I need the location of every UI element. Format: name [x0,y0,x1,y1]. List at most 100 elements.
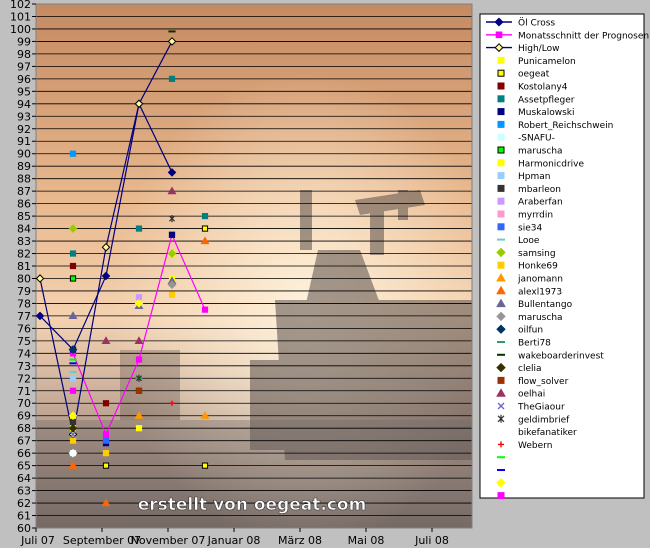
y-tick-label: 90 [17,148,31,161]
legend-marker [497,172,505,180]
legend-marker [497,56,505,64]
forecast-point [201,225,209,232]
legend-marker [497,197,505,205]
x-tick-label: November 07 [131,534,206,547]
legend-label: Bullentango [518,300,573,310]
forecast-point [135,425,143,432]
y-tick-label: 85 [17,210,31,223]
data-point [135,356,143,363]
legend-marker [497,95,505,103]
legend-label: wakeboarderinvest [518,351,604,361]
forecast-point [69,387,77,394]
y-tick-label: 91 [17,135,31,148]
chart-svg: 6061626364656667686970717273747576777879… [0,0,650,548]
y-tick-label: 66 [17,447,31,460]
forecast-point [69,250,77,257]
forecast-point [135,387,143,394]
legend-marker [497,223,505,231]
forecast-point [69,375,77,382]
data-point [201,306,209,313]
legend-label: Öl Cross [518,18,555,29]
legend-label: Berti78 [518,339,551,349]
forecast-point [102,400,110,407]
y-tick-label: 83 [17,235,31,248]
y-tick-label: 73 [17,360,31,373]
legend-label: Looe [518,236,540,246]
y-tick-label: 84 [17,223,31,236]
legend-label: Honke69 [518,262,558,272]
legend-label: Muskalowski [518,108,575,118]
legend-label: Robert_Reichschwein [518,121,613,131]
forecast-point [69,150,77,157]
legend-label: Punicamelon [518,57,576,67]
legend-label: myrrdin [518,211,553,221]
y-tick-label: 64 [17,472,31,485]
legend-label: -SNAFU- [518,134,555,144]
forecast-point [135,225,143,232]
legend-label: maruscha [518,313,563,323]
legend-marker [497,184,505,192]
x-tick-label: März 08 [278,534,322,547]
y-tick-label: 69 [17,410,31,423]
legend-marker [497,210,505,218]
forecast-point [168,231,176,238]
legend-marker [497,120,505,128]
y-tick-label: 98 [17,48,31,61]
y-tick-label: 95 [17,85,31,98]
legend-label: Kostolany4 [518,83,568,93]
legend-label: clelia [518,364,542,374]
y-tick-label: 74 [17,347,31,360]
legend-label: TheGiaour [517,403,565,413]
y-tick-label: 86 [17,198,31,211]
forecast-point [168,75,176,82]
legend-label: oilfun [518,326,543,336]
y-tick-label: 101 [10,10,31,23]
y-tick-label: 68 [17,422,31,435]
legend-label: mbarleon [518,185,561,195]
x-tick-label: Juli 07 [20,534,55,547]
legend-marker [495,31,503,39]
legend-label: samsing [518,249,556,259]
legend-label: flow_solver [518,377,569,387]
y-tick-label: 82 [17,248,31,261]
y-tick-label: 92 [17,123,31,136]
legend-label: Harmonicdrive [518,159,584,169]
x-tick-label: Januar 08 [207,534,261,547]
y-tick-label: 88 [17,173,31,186]
y-tick-label: 102 [10,0,31,11]
legend-label: High/Low [518,44,559,54]
legend-label: oegeat [518,70,550,80]
y-tick-label: 72 [17,372,31,385]
data-point [102,431,110,438]
legend-marker [497,146,505,154]
forecast-point [102,437,110,444]
y-tick-label: 77 [17,310,31,323]
legend-label: Hpman [518,172,550,182]
legend-label: janomann [517,275,563,285]
forecast-point [69,262,77,270]
legend-marker [497,69,505,77]
legend-label: Araberfan [518,198,563,208]
y-tick-label: 93 [17,110,31,123]
forecast-point [102,462,110,469]
y-tick-label: 81 [17,260,31,273]
y-tick-label: 89 [17,160,31,173]
legend-marker [497,492,505,500]
y-tick-label: 94 [17,98,31,111]
y-tick-label: 62 [17,497,31,510]
forecast-point [69,275,77,282]
y-tick-label: 65 [17,460,31,473]
forecast-point [168,291,176,298]
legend-label: geldimbrief [518,415,570,425]
y-tick-label: 71 [17,385,31,398]
legend-label: alexl1973 [518,287,562,297]
x-tick-label: September 07 [63,534,141,547]
y-tick-label: 80 [17,272,31,285]
y-tick-label: 61 [17,510,31,523]
forecast-point [102,450,110,457]
legend-label: Monatsschnitt der Prognosen [518,31,649,41]
legend-label: Assetpfleger [518,95,575,105]
x-tick-label: Juli 08 [414,534,449,547]
watermark: erstellt von oegeat.com [138,495,367,515]
legend-label: Webern [518,441,552,451]
